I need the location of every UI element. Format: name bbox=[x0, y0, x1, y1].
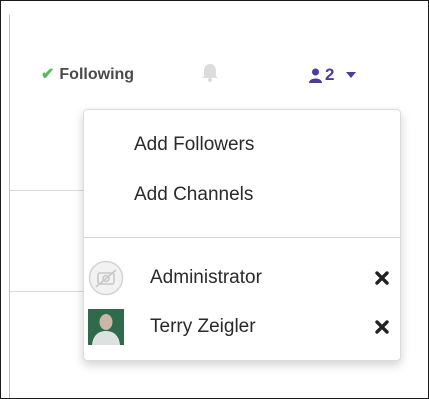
follow-status[interactable]: ✔ Following bbox=[41, 61, 134, 89]
following-label: Following bbox=[59, 66, 135, 83]
user-icon bbox=[309, 68, 322, 83]
menu-divider bbox=[84, 237, 400, 238]
follower-name: Terry Zeigler bbox=[150, 316, 256, 337]
followers-dropdown-toggle[interactable]: 2 bbox=[309, 61, 357, 89]
check-icon: ✔ bbox=[41, 66, 55, 83]
close-icon[interactable] bbox=[374, 270, 390, 286]
page-frame: ✔ Following 2 Add Followers Add Channels… bbox=[0, 0, 429, 399]
add-followers-item[interactable]: Add Followers bbox=[134, 134, 254, 156]
chevron-down-icon bbox=[346, 72, 357, 78]
panel-border bbox=[9, 15, 10, 398]
follower-row: Terry Zeigler bbox=[84, 307, 400, 347]
divider bbox=[10, 190, 84, 191]
follower-name: Administrator bbox=[150, 267, 262, 288]
divider bbox=[10, 291, 84, 292]
add-channels-item[interactable]: Add Channels bbox=[134, 184, 253, 206]
followers-menu: Add Followers Add Channels Administrator… bbox=[83, 109, 401, 361]
follower-row: Administrator bbox=[84, 258, 400, 298]
photo-avatar bbox=[88, 309, 124, 345]
close-icon[interactable] bbox=[374, 319, 390, 335]
followers-count: 2 bbox=[325, 65, 335, 84]
placeholder-avatar bbox=[88, 260, 124, 296]
bell-icon[interactable] bbox=[199, 63, 221, 83]
